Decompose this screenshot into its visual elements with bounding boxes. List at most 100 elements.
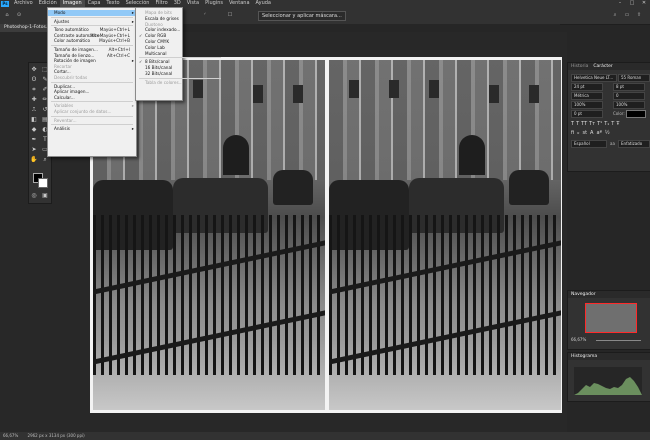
eraser-tool-icon[interactable]: ◧	[29, 115, 39, 124]
search-icon[interactable]: ⌕	[610, 11, 620, 20]
menu-item-label: Color automático	[54, 38, 91, 44]
ligature-icon[interactable]: fi	[571, 130, 574, 138]
lasso-tool-icon[interactable]: ʘ	[29, 75, 39, 84]
menu-ventana[interactable]: Ventana	[226, 0, 253, 7]
blur-tool-icon[interactable]: ◆	[29, 125, 39, 134]
document-canvas[interactable]	[90, 57, 562, 413]
menu-item-ajustes[interactable]: Ajustes ▸	[48, 19, 136, 25]
menu-item-label: Tabla de colores...	[145, 79, 183, 85]
menu-item-label: 32 Bits/canal	[145, 71, 173, 76]
share-icon[interactable]: ⇪	[634, 11, 644, 20]
swash-icon[interactable]: ℴ	[577, 130, 579, 138]
menu-item-color-automatico[interactable]: Color automático Mayús+Ctrl+B	[48, 38, 136, 44]
menu-item-multicanal[interactable]: Multicanal	[136, 51, 182, 57]
tracking-field[interactable]: 0	[613, 92, 645, 100]
menu-archivo[interactable]: Archivo	[11, 0, 36, 7]
navigator-title: Navegador	[571, 292, 596, 297]
healing-brush-tool-icon[interactable]: ✚	[29, 95, 39, 104]
menu-plugins[interactable]: Plugins	[202, 0, 226, 7]
menu-item-label: Análisis	[54, 126, 70, 132]
path-selection-tool-icon[interactable]: ➤	[29, 145, 39, 154]
menu-item-aplicar-conjunto-de-datos: Aplicar conjunto de datos...	[48, 109, 136, 115]
status-doc-info: 2962 px x 3134 px (300 ppi)	[27, 433, 85, 438]
navigator-zoom: 66,67%	[571, 337, 587, 342]
submenu-arrow-icon: ▸	[131, 18, 134, 24]
angle-icon[interactable]: ◜	[200, 11, 210, 20]
vertical-scale-field[interactable]: 100%	[571, 101, 603, 109]
language-field[interactable]: Español	[571, 140, 607, 148]
menu-edicion[interactable]: Edición	[36, 0, 60, 7]
photo-right	[329, 60, 561, 410]
menu-separator	[51, 16, 133, 18]
underline-icon[interactable]: T	[611, 121, 614, 129]
tab-character[interactable]: Carácter	[593, 63, 612, 70]
fractions-icon[interactable]: ½	[605, 130, 610, 138]
font-style-field[interactable]: 55 Roman	[618, 74, 650, 82]
status-zoom[interactable]: 66,67%	[3, 433, 18, 438]
superscript-icon[interactable]: T¹	[597, 121, 602, 129]
menu-capa[interactable]: Capa	[85, 0, 104, 7]
horizontal-scale-field[interactable]: 100%	[613, 101, 645, 109]
subscript-icon[interactable]: T₁	[604, 121, 609, 129]
background-color-swatch[interactable]	[38, 178, 48, 188]
quick-mask-icon[interactable]: ◎	[29, 191, 39, 200]
titling-icon[interactable]: A	[590, 130, 593, 138]
quick-selection-icon[interactable]: ⊙	[14, 11, 24, 20]
tab-history[interactable]: Historia	[571, 63, 588, 70]
menu-item-calcular[interactable]: Calcular...	[48, 95, 136, 101]
minimize-icon[interactable]: –	[614, 0, 626, 7]
photoshop-logo-icon: Ps	[1, 0, 9, 7]
baseline-shift-field[interactable]: 0 pt	[571, 110, 603, 118]
ordinals-icon[interactable]: aª	[596, 130, 601, 138]
pen-tool-icon[interactable]: ✒	[29, 135, 39, 144]
leading-field[interactable]: 8 pt	[613, 83, 645, 91]
screen-mode-icon[interactable]: ▣	[40, 191, 50, 200]
menu-separator	[51, 25, 133, 27]
menu-seleccion[interactable]: Selección	[123, 0, 153, 7]
menu-item-descubrir-todas: Descubrir todas	[48, 75, 136, 81]
menu-item-reventar: Reventar...	[48, 118, 136, 124]
font-size-field[interactable]: 24 pt	[571, 83, 603, 91]
menu-imagen[interactable]: Imagen	[59, 0, 85, 7]
sample-all-layers-icon[interactable]: ☐	[225, 11, 235, 20]
menu-texto[interactable]: Texto	[103, 0, 122, 7]
stylistic-alternates-icon[interactable]: st	[582, 130, 587, 138]
close-icon[interactable]: ✕	[638, 0, 650, 7]
menu-vista[interactable]: Vista	[184, 0, 202, 7]
text-color-swatch[interactable]	[626, 110, 646, 118]
submenu-arrow-icon: ▸	[131, 126, 134, 132]
strikethrough-icon[interactable]: Ŧ	[616, 121, 619, 129]
navigator-thumbnail[interactable]	[585, 303, 637, 333]
menu-item-label: Multicanal	[145, 50, 167, 56]
maximize-icon[interactable]: □	[626, 0, 638, 7]
menu-item-label: Ajustes	[54, 18, 70, 24]
small-caps-icon[interactable]: Tт	[589, 121, 595, 129]
menu-separator	[51, 101, 133, 103]
font-family-field[interactable]: Helvetica Neue LT...	[571, 74, 617, 82]
menu-item-32-bits-canal[interactable]: 32 Bits/canal	[136, 71, 182, 77]
navigator-zoom-slider[interactable]	[596, 340, 641, 341]
move-tool-icon[interactable]: ✥	[29, 65, 39, 74]
all-caps-icon[interactable]: TT	[581, 121, 587, 129]
home-icon[interactable]: ⌂	[2, 11, 12, 20]
hand-tool-icon[interactable]: ✋	[29, 155, 39, 164]
navigator-panel: Navegador 66,67%	[567, 290, 650, 350]
mode-submenu: Mapa de bits Escala de grises Duotono Color…	[135, 7, 221, 101]
menu-item-analisis[interactable]: Análisis ▸	[48, 126, 136, 132]
menu-separator	[51, 115, 133, 117]
menu-item-modo[interactable]: Modo ▸	[48, 10, 136, 16]
faux-italic-icon[interactable]: T	[576, 121, 579, 129]
faux-bold-icon[interactable]: T	[571, 121, 574, 129]
histogram-panel: Histograma	[567, 352, 650, 402]
menu-ayuda[interactable]: Ayuda	[253, 0, 274, 7]
menu-filtro[interactable]: Filtro	[152, 0, 170, 7]
clone-stamp-tool-icon[interactable]: ⎍	[29, 105, 39, 114]
color-label: Color:	[613, 111, 625, 116]
select-and-mask-button[interactable]: Seleccionar y aplicar máscara...	[258, 11, 346, 21]
kerning-field[interactable]: Métrica	[571, 92, 603, 100]
antialias-field[interactable]: Enfatizado	[618, 140, 650, 148]
menu-3d[interactable]: 3D	[171, 0, 184, 7]
workspace-icon[interactable]: ▭	[622, 11, 632, 20]
crop-tool-icon[interactable]: ⌗	[29, 85, 39, 94]
window-controls: – □ ✕	[614, 0, 650, 7]
